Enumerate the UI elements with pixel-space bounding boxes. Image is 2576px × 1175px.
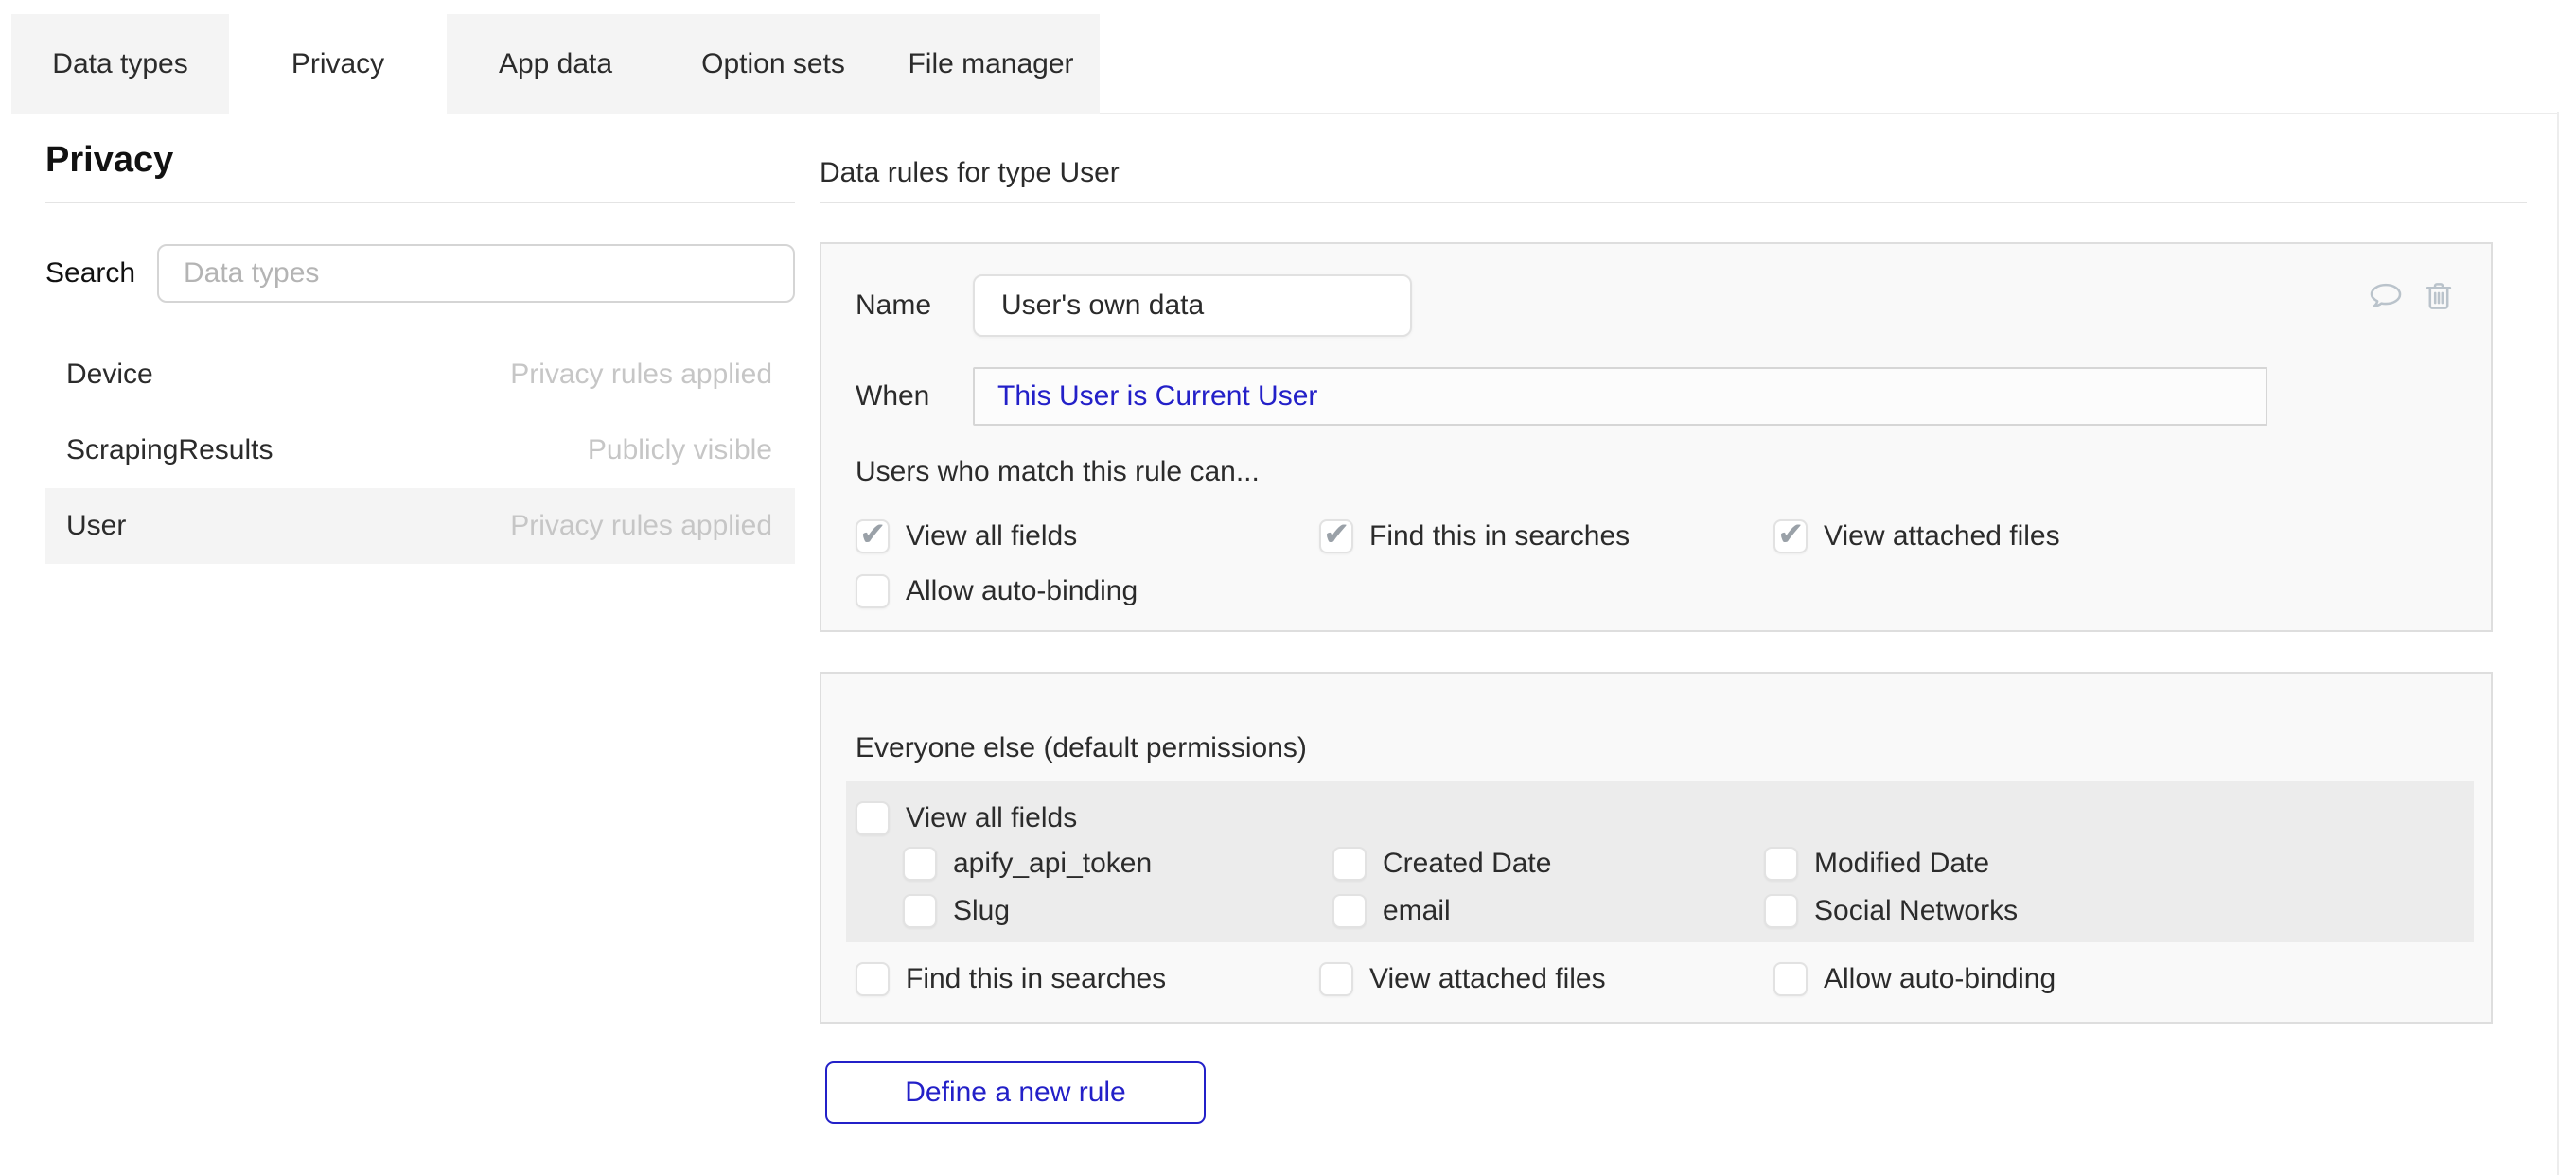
view-all-fields-checkbox[interactable] <box>856 519 890 553</box>
permissions-intro: Users who match this rule can... <box>856 456 1260 488</box>
checkbox-label: Find this in searches <box>1369 520 1630 552</box>
checkbox-label: View all fields <box>906 802 1077 834</box>
list-item-device[interactable]: Device Privacy rules applied <box>45 337 795 412</box>
checkbox-item-modified-date[interactable]: Modified Date <box>1764 846 1989 882</box>
modified-date-checkbox[interactable] <box>1764 847 1798 881</box>
allow-auto-binding-checkbox[interactable] <box>1773 962 1808 996</box>
checkbox-label: Social Networks <box>1814 895 2018 927</box>
checkbox-item-find-in-searches-default[interactable]: Find this in searches <box>856 961 1166 997</box>
checkbox-item-find-in-searches[interactable]: Find this in searches <box>1319 518 1630 554</box>
email-checkbox[interactable] <box>1332 894 1367 928</box>
page-title: Privacy <box>45 140 173 181</box>
tab-file-manager[interactable]: File manager <box>882 14 1100 114</box>
created-date-checkbox[interactable] <box>1332 847 1367 881</box>
type-status: Publicly visible <box>588 434 772 466</box>
checkbox-label: Allow auto-binding <box>1824 963 2056 995</box>
define-new-rule-button[interactable]: Define a new rule <box>825 1061 1206 1124</box>
checkbox-label: apify_api_token <box>953 848 1152 880</box>
checkbox-item-social-networks[interactable]: Social Networks <box>1764 893 2018 929</box>
tab-privacy[interactable]: Privacy <box>229 14 447 117</box>
type-name: ScrapingResults <box>66 434 273 466</box>
checkbox-label: Slug <box>953 895 1010 927</box>
tab-option-sets[interactable]: Option sets <box>664 14 882 114</box>
tab-data-types[interactable]: Data types <box>11 14 229 114</box>
comment-icon[interactable] <box>2368 278 2404 314</box>
checkbox-label: Modified Date <box>1814 848 1989 880</box>
when-condition-box[interactable]: This User is Current User <box>973 367 2267 426</box>
main-divider <box>820 202 2527 203</box>
checkbox-label: Find this in searches <box>906 963 1166 995</box>
checkbox-item-created-date[interactable]: Created Date <box>1332 846 1551 882</box>
checkbox-item-email[interactable]: email <box>1332 893 1451 929</box>
checkbox-item-view-all-fields-default[interactable]: View all fields <box>856 800 1077 836</box>
sidebar-divider <box>45 202 795 203</box>
when-condition-text: This User is Current User <box>997 380 1317 412</box>
search-label: Search <box>45 257 157 289</box>
checkbox-label: View all fields <box>906 520 1077 552</box>
checkbox-item-allow-auto-binding-default[interactable]: Allow auto-binding <box>1773 961 2056 997</box>
default-permissions-card: Everyone else (default permissions) View… <box>820 672 2493 1024</box>
data-type-list: Device Privacy rules applied ScrapingRes… <box>45 337 795 564</box>
social-networks-checkbox[interactable] <box>1764 894 1798 928</box>
slug-checkbox[interactable] <box>903 894 937 928</box>
default-permissions-title: Everyone else (default permissions) <box>856 732 1307 764</box>
checkbox-label: Allow auto-binding <box>906 575 1138 607</box>
search-input[interactable] <box>157 244 795 303</box>
rule-card: Name When This User is Current User User… <box>820 242 2493 632</box>
type-name: User <box>66 510 126 542</box>
type-name: Device <box>66 359 153 391</box>
find-in-searches-checkbox[interactable] <box>856 962 890 996</box>
type-status: Privacy rules applied <box>510 359 772 391</box>
view-attached-files-checkbox[interactable] <box>1773 519 1808 553</box>
panel-right-edge <box>2557 112 2559 1175</box>
checkbox-label: email <box>1383 895 1451 927</box>
search-row: Search <box>45 244 795 303</box>
rule-actions <box>2368 278 2457 314</box>
trash-icon[interactable] <box>2421 278 2457 314</box>
list-item-scrapingresults[interactable]: ScrapingResults Publicly visible <box>45 412 795 488</box>
allow-auto-binding-checkbox[interactable] <box>856 574 890 608</box>
checkbox-item-allow-auto-binding[interactable]: Allow auto-binding <box>856 573 1138 609</box>
list-item-user[interactable]: User Privacy rules applied <box>45 488 795 564</box>
name-label: Name <box>856 289 931 322</box>
rule-name-input[interactable] <box>973 274 1412 337</box>
view-all-fields-checkbox[interactable] <box>856 801 890 835</box>
checkbox-item-view-all-fields[interactable]: View all fields <box>856 518 1077 554</box>
privacy-settings-page: Data types Privacy App data Option sets … <box>0 0 2576 1175</box>
data-rules-header: Data rules for type User <box>820 157 1120 189</box>
tab-app-data[interactable]: App data <box>447 14 664 114</box>
view-attached-files-checkbox[interactable] <box>1319 962 1353 996</box>
when-label: When <box>856 380 929 412</box>
checkbox-label: View attached files <box>1369 963 1606 995</box>
checkbox-item-slug[interactable]: Slug <box>903 893 1010 929</box>
checkbox-item-view-attached-files[interactable]: View attached files <box>1773 518 2060 554</box>
checkbox-item-view-attached-files-default[interactable]: View attached files <box>1319 961 1606 997</box>
checkbox-item-apify-api-token[interactable]: apify_api_token <box>903 846 1152 882</box>
find-in-searches-checkbox[interactable] <box>1319 519 1353 553</box>
tab-bar: Data types Privacy App data Option sets … <box>11 14 1100 114</box>
checkbox-label: Created Date <box>1383 848 1551 880</box>
type-status: Privacy rules applied <box>510 510 772 542</box>
apify-api-token-checkbox[interactable] <box>903 847 937 881</box>
checkbox-label: View attached files <box>1824 520 2060 552</box>
